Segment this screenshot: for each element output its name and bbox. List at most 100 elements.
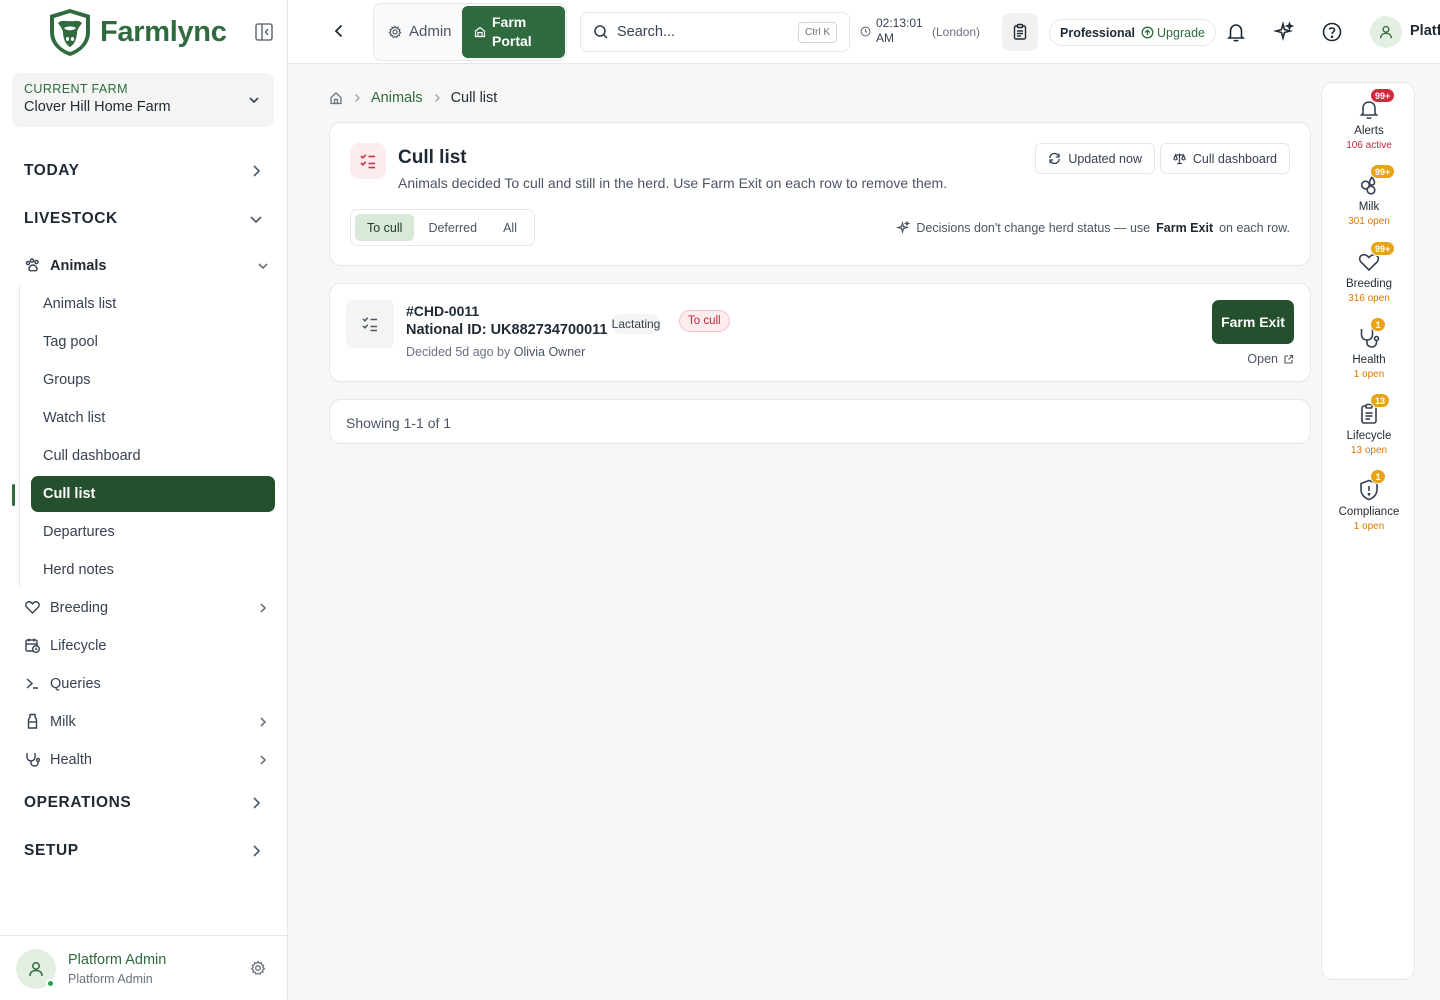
top-bar: Admin Farm Portal Ctrl K 02:13:01 AM (Lo… xyxy=(288,0,1440,64)
global-search[interactable]: Ctrl K xyxy=(580,12,850,52)
page-description: Animals decided To cull and still in the… xyxy=(398,175,948,191)
nav-section-operations-label: OPERATIONS xyxy=(24,794,132,811)
sidebar: Farmlync CURRENT FARM Clover Hill Home F… xyxy=(0,0,288,1000)
nav-item-lifecycle[interactable]: Lifecycle xyxy=(24,637,270,654)
rail-badge-compliance: 1 xyxy=(1370,469,1386,484)
filter-tab-all[interactable]: All xyxy=(491,214,529,241)
rail-label-health: Health xyxy=(1352,354,1386,366)
brand-logo[interactable]: Farmlync xyxy=(0,0,287,64)
help-circle-icon[interactable] xyxy=(1321,21,1343,43)
filter-tab-to-cull[interactable]: To cull xyxy=(355,214,415,241)
sparkles-icon[interactable] xyxy=(1273,21,1295,43)
nav-subitem-herd-notes[interactable]: Herd notes xyxy=(31,552,275,588)
pagination-bar: Showing 1-1 of 1 xyxy=(329,399,1311,444)
nav-section-setup-label: SETUP xyxy=(24,842,79,859)
rail-badge-lifecycle: 13 xyxy=(1370,393,1391,408)
decision-badge: To cull xyxy=(679,310,730,332)
nav-subitem-groups[interactable]: Groups xyxy=(31,362,275,398)
nav-section-operations[interactable]: OPERATIONS xyxy=(24,794,264,812)
upgrade-arrow-icon xyxy=(1141,26,1154,39)
refresh-label: Updated now xyxy=(1068,151,1142,166)
nav-section-livestock[interactable]: LIVESTOCK xyxy=(24,210,264,228)
nav-subitem-departures[interactable]: Departures xyxy=(31,514,275,550)
rail-item-compliance[interactable]: 1 Compliance 1 open xyxy=(1322,469,1416,532)
refresh-button[interactable]: Updated now xyxy=(1035,143,1155,174)
farm-portal-button[interactable]: Farm Portal xyxy=(462,6,565,58)
search-shortcut-hint: Ctrl K xyxy=(798,22,837,43)
current-farm-label: CURRENT FARM xyxy=(24,82,128,96)
nav-item-milk-label: Milk xyxy=(50,713,76,730)
decision-author: Olivia Owner xyxy=(513,345,586,359)
nav-section-setup[interactable]: SETUP xyxy=(24,842,264,860)
nav-subitem-animals-list[interactable]: Animals list xyxy=(31,286,275,322)
rail-label-milk: Milk xyxy=(1358,201,1380,213)
chevron-right-icon xyxy=(260,716,267,727)
nav-subitem-cull-list[interactable]: Cull list xyxy=(31,476,275,512)
home-icon[interactable] xyxy=(329,91,343,105)
farm-exit-button[interactable]: Farm Exit xyxy=(1212,300,1294,344)
back-arrow-icon[interactable] xyxy=(330,22,348,40)
nav-section-today-label: TODAY xyxy=(24,162,80,179)
rail-label-breeding: Breeding xyxy=(1345,278,1393,290)
clock-timezone: (London) xyxy=(932,25,981,39)
top-user-avatar[interactable] xyxy=(1370,16,1402,48)
rail-item-alerts[interactable]: 99+ Alerts 106 active xyxy=(1322,88,1416,151)
chevron-right-icon xyxy=(253,797,261,809)
barn-icon xyxy=(474,26,486,38)
search-input[interactable] xyxy=(617,24,787,40)
nav-item-animals[interactable]: Animals xyxy=(24,257,270,274)
online-status-dot xyxy=(46,979,55,988)
admin-portal-button[interactable]: Admin xyxy=(388,23,452,40)
list-item: #CHD-0011 National ID: UK882734700011 De… xyxy=(329,283,1311,382)
rail-item-breeding[interactable]: 99+ Breeding 316 open xyxy=(1322,241,1416,304)
cull-dashboard-button[interactable]: Cull dashboard xyxy=(1159,143,1290,174)
hint-text-bold: Farm Exit xyxy=(1156,221,1214,235)
animal-id[interactable]: #CHD-0011 xyxy=(406,303,479,319)
breadcrumb-animals-link[interactable]: Animals xyxy=(371,90,423,106)
nav-subitem-cull-dashboard[interactable]: Cull dashboard xyxy=(31,438,275,474)
nav-item-milk[interactable]: Milk xyxy=(24,713,270,730)
user-profile-footer[interactable]: Platform Admin Platform Admin xyxy=(0,935,288,1000)
filter-tab-deferred[interactable]: Deferred xyxy=(416,214,489,241)
bell-icon[interactable] xyxy=(1225,21,1247,43)
plan-badge[interactable]: Professional Upgrade xyxy=(1049,19,1216,46)
tasks-clipboard-button[interactable] xyxy=(1002,13,1038,51)
milk-bottle-icon xyxy=(27,713,38,729)
nav-item-queries[interactable]: Queries xyxy=(24,675,270,692)
rail-item-lifecycle[interactable]: 13 Lifecycle 13 open xyxy=(1322,393,1416,456)
nav-subitem-tag-pool[interactable]: Tag pool xyxy=(31,324,275,360)
rail-count-alerts: 106 active xyxy=(1346,140,1392,151)
collapse-sidebar-icon[interactable] xyxy=(253,21,275,43)
scale-icon xyxy=(1173,153,1186,165)
rail-item-health[interactable]: 1 Health 1 open xyxy=(1322,317,1416,380)
chevron-right-icon xyxy=(253,845,261,857)
nav-section-livestock-label: LIVESTOCK xyxy=(24,210,118,227)
active-nav-indicator xyxy=(12,484,15,506)
upgrade-link[interactable]: Upgrade xyxy=(1141,26,1205,40)
upgrade-label: Upgrade xyxy=(1157,25,1205,40)
hint-text-start: Decisions don't change herd status — use xyxy=(916,221,1151,235)
nav-subitem-watch-list[interactable]: Watch list xyxy=(31,400,275,436)
external-link-icon xyxy=(1284,354,1294,364)
gear-icon[interactable] xyxy=(250,960,266,976)
clipboard-list-icon xyxy=(1013,23,1027,40)
current-farm-selector[interactable]: CURRENT FARM Clover Hill Home Farm xyxy=(12,73,274,127)
breadcrumb-current: Cull list xyxy=(450,90,498,106)
nav-item-health[interactable]: Health xyxy=(24,751,270,768)
rail-item-milk[interactable]: 99+ Milk 301 open xyxy=(1322,164,1416,227)
nav-item-breeding[interactable]: Breeding xyxy=(24,599,270,616)
search-icon xyxy=(594,25,608,39)
brand-name: Farmlync xyxy=(100,15,227,48)
farm-portal-label: Farm Portal xyxy=(492,14,532,49)
farm-exit-hint: Decisions don't change herd status — use… xyxy=(896,221,1290,235)
hint-text-end: on each row. xyxy=(1219,221,1290,235)
chevron-right-icon xyxy=(253,165,261,177)
rail-count-milk: 301 open xyxy=(1348,216,1390,227)
admin-portal-label: Admin xyxy=(409,23,452,40)
nav-section-today[interactable]: TODAY xyxy=(24,162,264,180)
top-user-name[interactable]: Platf xyxy=(1410,23,1440,39)
current-farm-name: Clover Hill Home Farm xyxy=(24,99,171,115)
open-animal-link[interactable]: Open xyxy=(1247,352,1294,366)
paw-icon xyxy=(25,258,39,272)
rail-count-lifecycle: 13 open xyxy=(1350,445,1388,456)
